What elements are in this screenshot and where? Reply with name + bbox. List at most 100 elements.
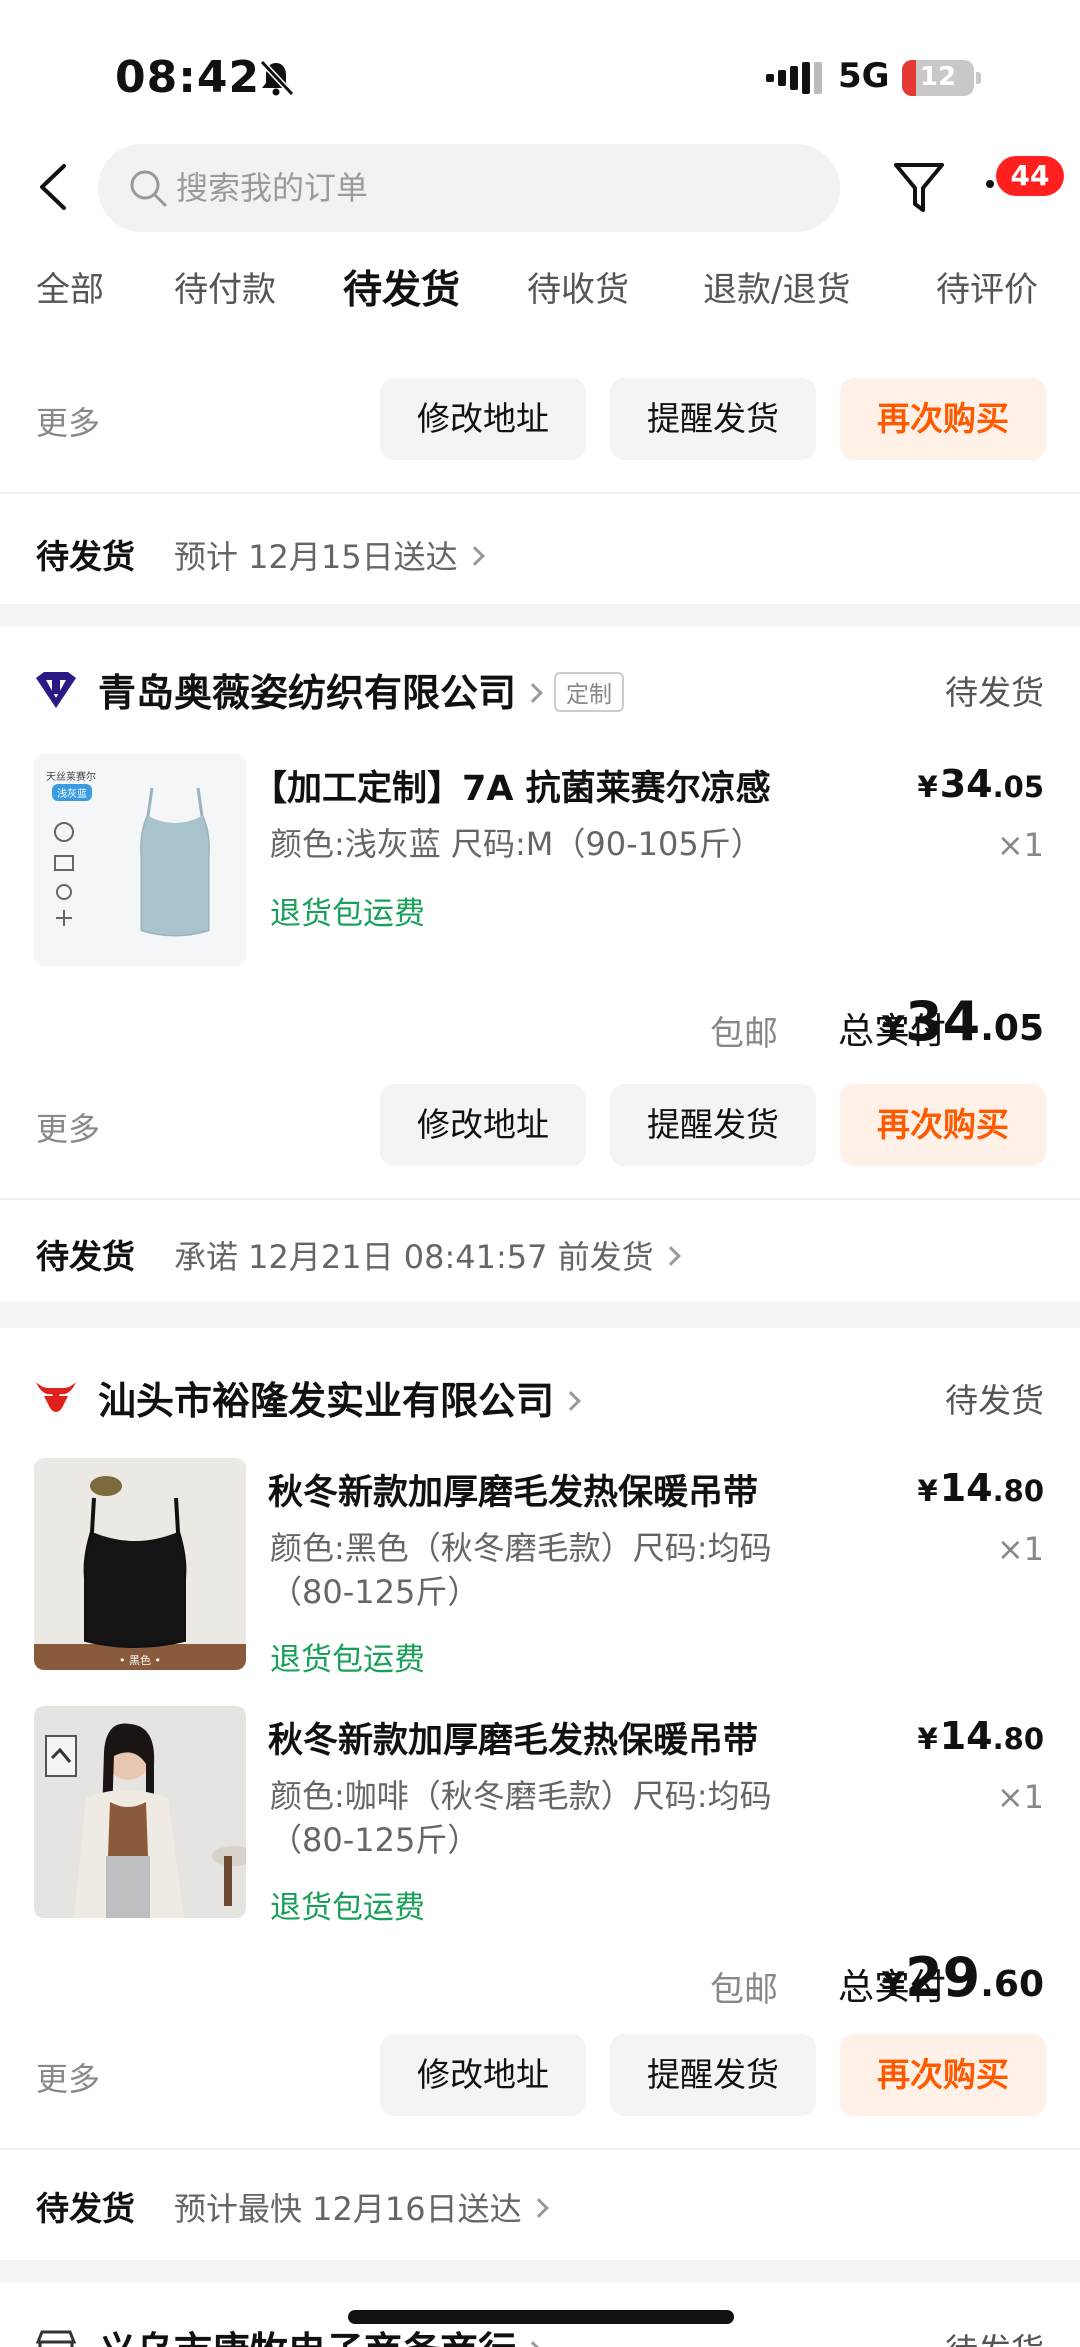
- order-item[interactable]: • 黑色 • 秋冬新款加厚磨毛发热保暖吊带 ¥14.80 颜色:黑色（秋冬磨毛款…: [0, 1458, 1080, 1678]
- product-image: 天丝莱赛尔 浅灰蓝: [34, 754, 246, 966]
- shipping-info: 承诺 12月21日 08:41:57 前发货: [174, 1238, 654, 1276]
- free-shipping: 包邮: [710, 1970, 778, 2010]
- buy-again-button[interactable]: 再次购买: [840, 2034, 1046, 2116]
- price-currency: ¥: [917, 1474, 938, 1508]
- total-amount: ¥29.60: [881, 1946, 1044, 2009]
- order-status: 待发货: [945, 2324, 1044, 2347]
- order-card: 青岛奥薇姿纺织有限公司 定制 待发货 天丝莱赛尔 浅灰蓝 【加工定制】7A 抗菌莱…: [0, 626, 1080, 1302]
- price-int: 14: [939, 1466, 993, 1510]
- product-price: ¥34.05: [918, 762, 1044, 806]
- order-card: 汕头市裕隆发实业有限公司 待发货 • 黑色 • 秋冬新款加厚磨毛发热保暖吊带 ¥…: [0, 1328, 1080, 2260]
- product-image: [34, 1706, 246, 1918]
- remind-ship-button[interactable]: 提醒发货: [610, 1084, 816, 1166]
- shipping-status: 待发货: [36, 537, 135, 576]
- product-title: 【加工定制】7A 抗菌莱赛尔凉感: [252, 769, 771, 809]
- home-indicator[interactable]: [348, 2310, 734, 2324]
- search-input[interactable]: [176, 160, 776, 216]
- shipping-status-row[interactable]: 待发货 承诺 12月21日 08:41:57 前发货: [0, 1222, 1080, 1282]
- buy-again-button[interactable]: 再次购买: [840, 378, 1046, 460]
- divider: [0, 1198, 1080, 1200]
- modify-address-button[interactable]: 修改地址: [380, 2034, 586, 2116]
- tab-pending-review[interactable]: 待评价: [936, 262, 1038, 311]
- total-int: 29: [905, 1946, 981, 2009]
- product-price: ¥14.80: [918, 1466, 1044, 1510]
- buy-again-button[interactable]: 再次购买: [840, 1084, 1046, 1166]
- shipping-status: 待发货: [36, 2189, 135, 2228]
- divider: [0, 492, 1080, 494]
- remind-ship-button[interactable]: 提醒发货: [610, 2034, 816, 2116]
- shop-logo-icon: [35, 2330, 77, 2347]
- product-price: ¥14.80: [918, 1714, 1044, 1758]
- modify-address-button[interactable]: 修改地址: [380, 1084, 586, 1166]
- tab-pending-receipt[interactable]: 待收货: [527, 262, 629, 311]
- custom-tag: 定制: [554, 671, 625, 712]
- chevron-right-icon: [660, 1246, 681, 1266]
- tab-pending-payment[interactable]: 待付款: [174, 262, 276, 311]
- order-card: 更多 修改地址 提醒发货 再次购买 待发货 预计 12月15日送达: [0, 350, 1080, 604]
- modify-address-button[interactable]: 修改地址: [380, 378, 586, 460]
- search-icon: [130, 170, 167, 207]
- order-item[interactable]: 天丝莱赛尔 浅灰蓝 【加工定制】7A 抗菌莱赛尔凉感 ¥34.05 颜色:浅灰蓝…: [0, 754, 1080, 966]
- price-currency: ¥: [917, 770, 938, 804]
- tab-refund-return[interactable]: 退款/退货: [703, 262, 850, 311]
- order-total: 包邮 总实付 ¥34.05: [0, 990, 1080, 1060]
- shipping-status: 待发货: [36, 1237, 135, 1276]
- battery-level: 12: [919, 62, 957, 92]
- more-button[interactable]: 更多: [36, 398, 100, 444]
- product-image-text: 天丝莱赛尔: [46, 772, 96, 783]
- product-title: 秋冬新款加厚磨毛发热保暖吊带: [268, 1721, 759, 1761]
- back-arrow-icon[interactable]: [34, 162, 74, 212]
- product-spec: 颜色:黑色（秋冬磨毛款）尺码:均码（80-125斤）: [270, 1529, 772, 1611]
- signal-icon: [766, 62, 822, 94]
- total-amount: ¥34.05: [881, 990, 1044, 1053]
- price-dec: .05: [992, 770, 1044, 804]
- return-shipping-badge: 退货包运费: [270, 896, 425, 932]
- shipping-status-row[interactable]: 待发货 预计 12月15日送达: [0, 522, 1080, 582]
- chevron-right-icon: [523, 682, 543, 703]
- shop-name: 汕头市裕隆发实业有限公司: [98, 1379, 555, 1423]
- order-item[interactable]: 秋冬新款加厚磨毛发热保暖吊带 ¥14.80 颜色:咖啡（秋冬磨毛款）尺码:均码（…: [0, 1706, 1080, 1926]
- product-spec: 颜色:浅灰蓝 尺码:M（90-105斤）: [270, 825, 763, 863]
- shipping-info: 预计 12月15日送达: [174, 538, 458, 576]
- status-time: 08:42: [115, 52, 261, 103]
- more-button[interactable]: 更多: [36, 2054, 100, 2100]
- chevron-right-icon: [561, 1390, 581, 1411]
- order-actions: 更多 修改地址 提醒发货 再次购买: [0, 378, 1080, 462]
- price-int: 14: [939, 1714, 993, 1758]
- battery-icon: 12: [902, 60, 974, 96]
- more-button[interactable]: 更多: [36, 1104, 100, 1150]
- product-qty: ×1: [996, 1530, 1044, 1568]
- total-dec: .60: [980, 1964, 1044, 2005]
- total-currency: ¥: [881, 1009, 906, 1049]
- shop-header[interactable]: 青岛奥薇姿纺织有限公司 定制 待发货: [0, 656, 1080, 726]
- shop-header[interactable]: 汕头市裕隆发实业有限公司 待发货: [0, 1364, 1080, 1434]
- header-area: 08:42 5G 12 搜索我的订单 44 全部 待付款 待发货 待收货 退款/…: [0, 0, 1080, 350]
- shipping-status-row[interactable]: 待发货 预计最快 12月16日送达: [0, 2174, 1080, 2234]
- total-currency: ¥: [881, 1965, 906, 2005]
- total-int: 34: [905, 990, 981, 1053]
- tab-all[interactable]: 全部: [36, 262, 104, 311]
- filter-icon[interactable]: [892, 160, 946, 216]
- order-status: 待发货: [945, 673, 1044, 712]
- price-dec: .80: [992, 1474, 1044, 1508]
- price-dec: .80: [992, 1722, 1044, 1756]
- order-actions: 更多 修改地址 提醒发货 再次购买: [0, 1084, 1080, 1168]
- price-currency: ¥: [917, 1722, 938, 1756]
- product-qty: ×1: [996, 826, 1044, 864]
- status-bar: 08:42 5G 12: [0, 52, 1080, 108]
- order-actions: 更多 修改地址 提醒发货 再次购买: [0, 2034, 1080, 2118]
- divider: [0, 2148, 1080, 2150]
- product-image-color-tag: 浅灰蓝: [52, 784, 92, 801]
- remind-ship-button[interactable]: 提醒发货: [610, 378, 816, 460]
- message-dot: [986, 180, 994, 188]
- message-badge: 44: [996, 156, 1064, 196]
- battery-tip: [976, 72, 981, 84]
- bell-muted-icon: [259, 59, 295, 97]
- shop-logo-icon: [36, 672, 76, 708]
- free-shipping: 包邮: [710, 1014, 778, 1054]
- return-shipping-badge: 退货包运费: [270, 1642, 425, 1678]
- search-box[interactable]: [98, 144, 840, 232]
- shipping-info: 预计最快 12月16日送达: [174, 2190, 522, 2228]
- shop-logo-icon: [36, 1382, 76, 1412]
- tab-pending-shipment[interactable]: 待发货: [343, 259, 460, 315]
